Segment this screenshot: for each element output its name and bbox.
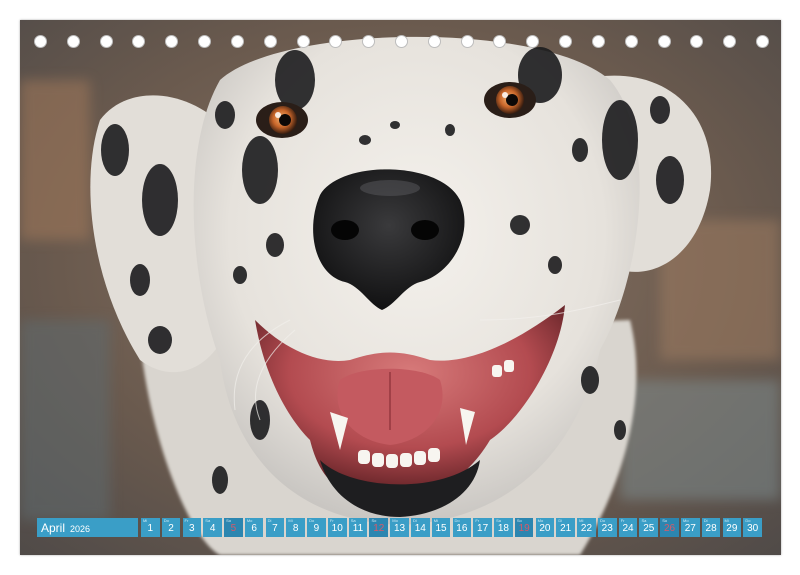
binding-hole xyxy=(460,35,474,48)
day-number: 23 xyxy=(601,523,613,534)
day-cell: Fr 17 xyxy=(473,518,492,537)
day-cell: Do 2 xyxy=(161,518,181,537)
day-number: 2 xyxy=(168,523,174,534)
day-cell: Di 7 xyxy=(265,518,285,537)
day-number: 1 xyxy=(147,523,154,534)
binding-hole xyxy=(230,35,244,48)
binding-hole xyxy=(66,35,80,48)
day-cell: Do 30 xyxy=(743,518,762,537)
binding-hole xyxy=(591,35,605,48)
binding-hole xyxy=(34,35,47,48)
day-number: 29 xyxy=(726,523,738,534)
day-number: 24 xyxy=(622,523,634,534)
day-cell: Mo 6 xyxy=(244,518,264,537)
day-cell: Sa 11 xyxy=(348,518,368,537)
dalmatian-photo xyxy=(20,20,781,555)
day-cell: Fr 10 xyxy=(327,518,347,537)
binding-hole xyxy=(263,35,277,48)
binding-hole xyxy=(493,35,507,48)
day-cell: Di 14 xyxy=(411,518,430,537)
day-cell: So 26 xyxy=(660,518,679,537)
day-number: 7 xyxy=(272,523,278,534)
day-cell: Mo 13 xyxy=(390,518,409,537)
calendar-page: April 2026 Mi 1 Do 2 Fr 3 Sa 4 So 5 Mo 6 Di 7 Mi 8 Do 9 Fr… xyxy=(20,20,781,555)
binding-hole xyxy=(690,35,704,48)
day-cell: Do 16 xyxy=(452,518,472,537)
month-name: April xyxy=(41,521,66,535)
day-cell: So 12 xyxy=(369,518,389,537)
day-number: 20 xyxy=(539,523,551,534)
day-cell: Di 21 xyxy=(556,518,575,537)
day-number: 5 xyxy=(230,523,237,534)
day-number: 26 xyxy=(663,523,676,534)
binding-hole xyxy=(624,35,638,48)
day-number: 27 xyxy=(684,523,696,534)
day-number: 16 xyxy=(456,523,468,534)
day-cell: So 5 xyxy=(224,518,243,537)
day-number: 18 xyxy=(497,523,509,534)
day-number: 9 xyxy=(313,523,320,534)
day-cell: Fr 3 xyxy=(182,518,202,537)
day-number: 15 xyxy=(435,523,447,534)
day-number: 12 xyxy=(373,523,385,534)
day-number: 30 xyxy=(747,523,759,534)
day-number: 17 xyxy=(477,523,489,534)
day-cell: Do 23 xyxy=(597,518,617,537)
day-cell: Mo 20 xyxy=(535,518,555,537)
binding-hole xyxy=(99,35,113,48)
day-number: 22 xyxy=(580,523,593,534)
day-number: 6 xyxy=(251,523,257,534)
day-cell: Mi 15 xyxy=(431,518,451,537)
day-number: 21 xyxy=(560,523,572,534)
day-number: 28 xyxy=(705,523,717,534)
binding-hole xyxy=(657,35,671,48)
day-cell: Sa 25 xyxy=(639,518,659,537)
binding-hole xyxy=(132,35,146,48)
binding-hole xyxy=(526,35,540,48)
binding-hole xyxy=(198,35,212,48)
day-cell: Mi 22 xyxy=(577,518,596,537)
binding-hole xyxy=(362,35,376,48)
day-cell: Mi 29 xyxy=(722,518,742,537)
day-number: 19 xyxy=(518,523,530,534)
day-cell: Mi 1 xyxy=(141,518,160,537)
day-number: 10 xyxy=(331,523,343,534)
day-number: 25 xyxy=(643,523,655,534)
day-number: 13 xyxy=(393,523,406,534)
binding-holes xyxy=(34,35,769,51)
binding-hole xyxy=(296,35,310,48)
binding-hole xyxy=(165,35,179,48)
day-cell: Fr 24 xyxy=(618,518,638,537)
binding-hole xyxy=(723,35,737,48)
day-cell: Mo 27 xyxy=(681,518,700,537)
day-cell: Sa 18 xyxy=(494,518,513,537)
day-cell: Mi 8 xyxy=(286,518,305,537)
day-number: 8 xyxy=(292,523,299,534)
binding-hole xyxy=(427,35,441,48)
calendar-strip: April 2026 Mi 1 Do 2 Fr 3 Sa 4 So 5 Mo 6 Di 7 Mi 8 Do 9 Fr… xyxy=(37,518,762,537)
day-number: 3 xyxy=(189,523,195,534)
day-cell: So 19 xyxy=(514,518,534,537)
binding-hole xyxy=(559,35,573,48)
day-number: 11 xyxy=(352,523,364,534)
day-number: 14 xyxy=(414,523,426,534)
year-label: 2026 xyxy=(70,524,91,534)
month-label: April 2026 xyxy=(37,518,138,537)
binding-hole xyxy=(395,35,408,48)
day-cell: Do 9 xyxy=(307,518,326,537)
day-number: 4 xyxy=(209,523,216,534)
binding-hole xyxy=(756,35,769,48)
day-cell: Di 28 xyxy=(701,518,721,537)
day-cell: Sa 4 xyxy=(203,518,222,537)
binding-hole xyxy=(329,35,343,48)
